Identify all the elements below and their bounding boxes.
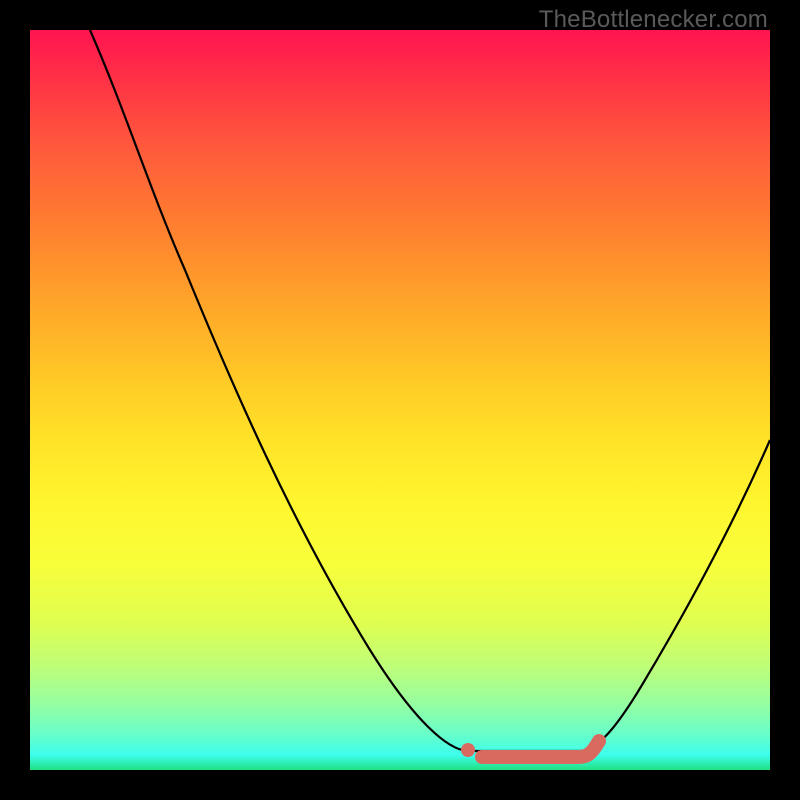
bottleneck-curve bbox=[90, 30, 770, 751]
optimal-range-marker bbox=[482, 741, 599, 757]
chart-container: TheBottlenecker.com bbox=[0, 0, 800, 800]
chart-svg bbox=[30, 30, 770, 770]
optimal-start-dot bbox=[461, 743, 475, 757]
